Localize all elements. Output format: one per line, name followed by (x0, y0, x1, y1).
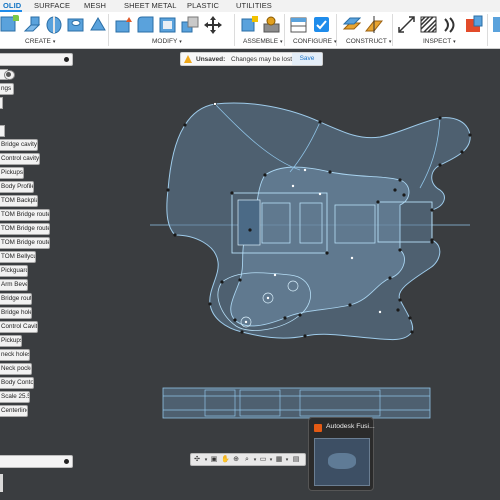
preview-title: Autodesk Fusi... (326, 423, 375, 430)
browser-folder[interactable] (0, 125, 5, 137)
browser-item-bridge-route[interactable]: Bridge route (0, 293, 32, 305)
preview-model (328, 453, 356, 469)
look-at-icon[interactable]: ▣ (210, 456, 218, 464)
radio-dot-icon (6, 72, 11, 77)
browser-item-scale[interactable]: Scale 25.5 (0, 391, 30, 403)
neck-sketch (162, 387, 431, 419)
bridge-holes (237, 199, 261, 246)
browser-item-neck-pocket[interactable]: Neck pocket (0, 363, 32, 375)
grid-menu-icon[interactable]: ▾ (283, 456, 291, 464)
zoom-menu-icon[interactable]: ▾ (251, 456, 259, 464)
unsaved-label: Unsaved: (196, 56, 226, 63)
browser-item-tom-bridge-route-3[interactable]: TOM Bridge route 3 (0, 209, 50, 221)
browser-pin-icon[interactable] (64, 57, 69, 62)
browser-item-body-contour[interactable]: Body Contour (0, 377, 34, 389)
save-button[interactable]: Save (292, 53, 322, 65)
display-menu-icon[interactable]: ▾ (267, 456, 275, 464)
taskbar-preview[interactable]: Autodesk Fusi... (308, 417, 375, 491)
browser-collapse[interactable] (0, 97, 3, 109)
display-settings-icon[interactable]: ▭ (259, 456, 267, 464)
warning-icon (184, 55, 192, 63)
browser-item-pickups[interactable]: Pickups (0, 167, 24, 179)
orbit-menu-icon[interactable]: ▾ (202, 456, 210, 464)
browser-header[interactable] (0, 53, 73, 66)
preview-image (314, 438, 370, 486)
browser-item-pickups-2[interactable]: Pickups (0, 335, 22, 347)
browser-item-centerline[interactable]: Centerline (0, 405, 28, 417)
browser-item-pickguard[interactable]: Pickguard (0, 265, 28, 277)
browser-item-neck-holes[interactable]: neck holes (0, 349, 30, 361)
pan-icon[interactable]: ✋ (221, 456, 230, 464)
orbit-icon[interactable]: ✣ (193, 456, 201, 464)
browser-item-control-cavity-2[interactable]: Control Cavity (0, 321, 38, 333)
browser-item-bridge-holes[interactable]: Bridge holes (0, 307, 32, 319)
browser-item-tom-bellycut[interactable]: TOM Bellycut (0, 251, 36, 263)
zoom-icon[interactable]: ⊕ (232, 456, 240, 464)
fusion-app-icon (314, 424, 322, 432)
browser-item-tom-backplate[interactable]: TOM Backplate (0, 195, 38, 207)
comments-panel[interactable] (0, 455, 73, 468)
zoom-window-icon[interactable]: ⌕ (243, 456, 251, 464)
viewports-icon[interactable]: ▤ (292, 456, 300, 464)
browser-item-tom-bridge-route-2[interactable]: TOM Bridge route 2 (0, 223, 50, 235)
comments-pin-icon[interactable] (64, 459, 69, 464)
guitar-body-sketch[interactable] (0, 0, 500, 500)
browser-item-control-cavity[interactable]: Control cavity (0, 153, 40, 165)
browser-item-tom-bridge-route-1[interactable]: TOM Bridge route 1 (0, 237, 50, 249)
browser-item-arm-bevel[interactable]: Arm Bevel (0, 279, 28, 291)
browser-item-bridge-cavity[interactable]: Bridge cavity (0, 139, 38, 151)
browser-item-settings[interactable]: ngs (0, 83, 14, 95)
timeline-marker[interactable] (0, 474, 3, 492)
browser-item-body-profile[interactable]: Body Profile (0, 181, 34, 193)
unsaved-message: Changes may be lost (231, 56, 293, 63)
navigation-bar: ✣ ▾ ▣ ✋ ⊕ ⌕ ▾ ▭ ▾ ▦ ▾ ▤ (190, 453, 306, 466)
grid-icon[interactable]: ▦ (275, 456, 283, 464)
unsaved-banner: Unsaved: Changes may be lost Save (180, 52, 323, 66)
